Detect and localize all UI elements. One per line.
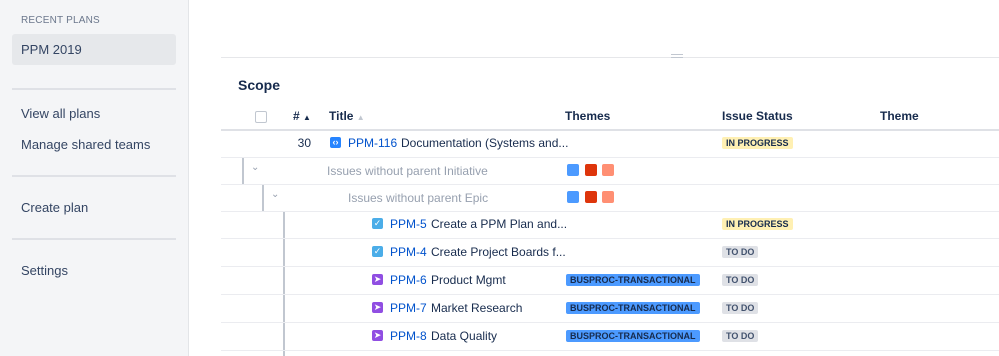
table-row[interactable]: ➤ PPM-6 Product Mgmt BUSPROC-TRANSACTION… <box>221 267 999 295</box>
recent-plans-heading: RECENT PLANS <box>21 15 100 26</box>
issue-key-link[interactable]: PPM-8 <box>390 329 427 343</box>
sidebar-divider <box>12 175 176 177</box>
issue-key-link[interactable]: PPM-6 <box>390 273 427 287</box>
group-label: Issues without parent Initiative <box>327 164 488 178</box>
issue-key-link[interactable]: PPM-7 <box>390 301 427 315</box>
sidebar-item-ppm-2019[interactable]: PPM 2019 <box>12 34 176 65</box>
status-badge: TO DO <box>722 246 759 258</box>
issue-title: Product Mgmt <box>431 273 506 287</box>
table-row[interactable]: ➤ PPM-8 Data Quality BUSPROC-TRANSACTION… <box>221 323 999 351</box>
status-badge: IN PROGRESS <box>722 218 793 230</box>
task-checkbox-icon: ✓ <box>372 246 383 257</box>
theme-color-swatch <box>567 191 579 203</box>
status-badge: TO DO <box>722 330 759 342</box>
view-all-plans-link[interactable]: View all plans <box>21 106 100 121</box>
table-row[interactable]: 30 ‹› PPM-116 Documentation (Systems and… <box>221 130 999 158</box>
sidebar-divider <box>12 238 176 240</box>
theme-color-swatch <box>602 164 614 176</box>
issue-title: Create Project Boards f... <box>431 245 566 259</box>
issue-key-link[interactable]: PPM-4 <box>390 245 427 259</box>
group-label: Issues without parent Epic <box>348 191 489 205</box>
column-header-title[interactable]: Title ▲ <box>329 109 365 123</box>
sidebar-item-label: PPM 2019 <box>21 42 82 57</box>
scope-title: Scope <box>238 77 281 93</box>
status-badge: IN PROGRESS <box>722 137 793 149</box>
chevron-down-icon[interactable]: ⌄ <box>271 189 279 200</box>
status-badge: TO DO <box>722 302 759 314</box>
create-plan-link[interactable]: Create plan <box>21 200 88 215</box>
issue-title: Create a PPM Plan and... <box>431 217 568 231</box>
resize-handle[interactable] <box>671 54 683 60</box>
sidebar: RECENT PLANS PPM 2019 View all plans Man… <box>0 0 189 356</box>
theme-color-swatch <box>585 191 597 203</box>
issue-key-link[interactable]: PPM-116 <box>348 136 397 150</box>
issue-title: Data Quality <box>431 329 498 343</box>
task-checkbox-icon: ✓ <box>372 218 383 229</box>
chevron-down-icon[interactable]: ⌄ <box>251 162 259 173</box>
theme-tag: BUSPROC-TRANSACTIONAL <box>566 302 700 314</box>
issue-title: Documentation (Systems and... <box>401 136 569 150</box>
issue-title: Market Research <box>431 301 523 315</box>
row-number: 30 <box>297 136 311 150</box>
status-badge: TO DO <box>722 274 759 286</box>
story-bolt-icon: ➤ <box>372 330 383 341</box>
table-row[interactable]: ✓ PPM-4 Create Project Boards f... TO DO <box>221 239 999 267</box>
theme-color-swatch <box>602 191 614 203</box>
column-header-issue-status[interactable]: Issue Status <box>722 109 793 123</box>
settings-link[interactable]: Settings <box>21 263 68 278</box>
theme-color-swatch <box>567 164 579 176</box>
theme-color-swatch <box>585 164 597 176</box>
column-header-label: # <box>293 109 300 123</box>
select-all-checkbox[interactable] <box>255 111 267 123</box>
story-bolt-icon: ➤ <box>372 274 383 285</box>
issue-key-link[interactable]: PPM-5 <box>390 217 427 231</box>
sort-icon: ▲ <box>356 113 365 122</box>
column-header-number[interactable]: # ▲ <box>293 109 311 123</box>
column-header-themes[interactable]: Themes <box>565 109 610 123</box>
table-row[interactable]: ✓ PPM-5 Create a PPM Plan and... IN PROG… <box>221 211 999 239</box>
sidebar-divider <box>12 88 176 90</box>
panel-separator <box>221 57 999 58</box>
epic-icon: ‹› <box>330 137 341 148</box>
story-bolt-icon: ➤ <box>372 302 383 313</box>
theme-tag: BUSPROC-TRANSACTIONAL <box>566 274 700 286</box>
manage-shared-teams-link[interactable]: Manage shared teams <box>21 137 150 152</box>
sort-ascending-icon: ▲ <box>303 113 311 122</box>
column-header-label: Title <box>329 109 354 123</box>
theme-tag: BUSPROC-TRANSACTIONAL <box>566 330 700 342</box>
table-row-group[interactable]: ⌄ Issues without parent Epic <box>221 184 999 212</box>
table-row-group[interactable]: ⌄ Issues without parent Initiative <box>221 157 999 185</box>
table-row[interactable]: ➤ PPM-7 Market Research BUSPROC-TRANSACT… <box>221 295 999 323</box>
column-header-theme[interactable]: Theme <box>880 109 919 123</box>
